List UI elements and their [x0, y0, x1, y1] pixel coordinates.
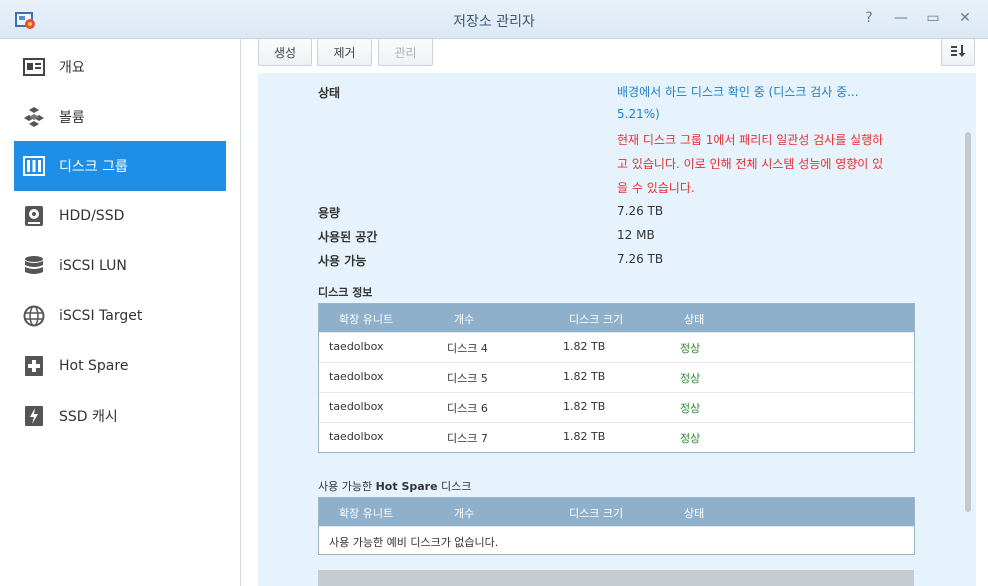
hot-spare-title-prefix: 사용 가능한 [318, 480, 376, 493]
column-header[interactable]: 상태 [684, 505, 704, 521]
cell-size: 1.82 TB [563, 340, 606, 353]
warning-text-line3: 을 수 있습니다. [617, 181, 695, 195]
cell-status: 정상 [680, 372, 701, 385]
overview-icon [23, 56, 45, 78]
sidebar-item-label: iSCSI LUN [59, 258, 127, 274]
sidebar-item-label: HDD/SSD [59, 208, 125, 224]
cell-unit: taedolbox [329, 370, 384, 383]
capacity-value: 7.26 TB [617, 204, 664, 218]
warning-text-line2: 고 있습니다. 이로 인해 전체 시스템 성능에 영향이 있 [617, 157, 884, 171]
create-button[interactable]: 생성 [258, 38, 312, 66]
cell-status: 정상 [680, 342, 701, 355]
sidebar-item-disk-group[interactable]: 디스크 그룹 [14, 141, 226, 191]
plus-box-icon [23, 355, 45, 377]
scrollbar-thumb[interactable] [965, 132, 971, 512]
lightning-icon [23, 405, 45, 427]
available-label: 사용 가능 [318, 254, 367, 268]
sidebar-item-label: 디스크 그룹 [59, 159, 128, 175]
help-icon[interactable]: ? [860, 9, 878, 27]
sort-icon [950, 44, 966, 61]
sidebar-item-iscsi-lun[interactable]: iSCSI LUN [14, 241, 226, 291]
warning-text-line1: 현재 디스크 그룹 1에서 패리티 일관성 검사를 실행하 [617, 133, 884, 147]
column-header[interactable]: 디스크 크기 [569, 311, 623, 327]
cell-size: 1.82 TB [563, 370, 606, 383]
sidebar-item-label: 볼륨 [59, 110, 85, 126]
empty-message: 사용 가능한 예비 디스크가 없습니다. [329, 536, 499, 549]
sidebar-item-label: 개요 [59, 60, 85, 76]
storage-manager-window: 저장소 관리자 ? — ▭ ✕ 개요 볼륨 디스크 그룹 HDD/SSD iSC… [0, 0, 988, 586]
cell-size: 1.82 TB [563, 430, 606, 443]
cell-status: 정상 [680, 402, 701, 415]
status-text-line1: 배경에서 하드 디스크 확인 중 (디스크 검사 중... [617, 85, 859, 99]
capacity-label: 용량 [318, 206, 341, 220]
column-header[interactable]: 상태 [684, 311, 704, 327]
used-space-label: 사용된 공간 [318, 230, 378, 244]
hot-spare-title: 사용 가능한 Hot Spare 디스크 [318, 478, 471, 494]
hdd-icon [23, 205, 45, 227]
sidebar-item-hdd-ssd[interactable]: HDD/SSD [14, 191, 226, 241]
hot-spare-title-suffix: 디스크 [437, 480, 472, 493]
sidebar-item-iscsi-target[interactable]: iSCSI Target [14, 291, 226, 341]
sort-button[interactable] [941, 38, 975, 66]
minimize-icon[interactable]: — [892, 9, 910, 27]
table-row[interactable]: taedolbox 디스크 7 1.82 TB 정상 [319, 422, 914, 452]
status-text-line2: 5.21%) [617, 107, 660, 121]
sidebar-item-overview[interactable]: 개요 [14, 42, 226, 92]
maximize-icon[interactable]: ▭ [924, 9, 942, 27]
disk-info-table: 확장 유니트 개수 디스크 크기 상태 taedolbox 디스크 4 1.82… [318, 303, 915, 453]
cell-disk: 디스크 5 [447, 372, 488, 385]
next-section-header [318, 570, 914, 586]
cell-disk: 디스크 7 [447, 432, 488, 445]
column-header[interactable]: 확장 유니트 [339, 311, 393, 327]
cell-disk: 디스크 6 [447, 402, 488, 415]
cell-unit: taedolbox [329, 340, 384, 353]
sidebar-item-label: Hot Spare [59, 358, 129, 374]
sidebar-item-hot-spare[interactable]: Hot Spare [14, 341, 226, 391]
table-row[interactable]: taedolbox 디스크 4 1.82 TB 정상 [319, 332, 914, 362]
hot-spare-title-bold: Hot Spare [375, 480, 438, 493]
remove-button[interactable]: 제거 [317, 38, 372, 66]
sidebar: 개요 볼륨 디스크 그룹 HDD/SSD iSCSI LUN iSCSI Tar… [0, 39, 241, 586]
table-row[interactable]: taedolbox 디스크 5 1.82 TB 정상 [319, 362, 914, 392]
close-icon[interactable]: ✕ [956, 9, 974, 27]
hot-spare-table: 확장 유니트 개수 디스크 크기 상태 사용 가능한 예비 디스크가 없습니다. [318, 497, 915, 555]
sidebar-item-ssd-cache[interactable]: SSD 캐시 [14, 391, 226, 441]
column-header[interactable]: 디스크 크기 [569, 505, 623, 521]
status-label: 상태 [318, 86, 341, 100]
used-space-value: 12 MB [617, 228, 655, 242]
table-row[interactable]: taedolbox 디스크 6 1.82 TB 정상 [319, 392, 914, 422]
cell-unit: taedolbox [329, 400, 384, 413]
sidebar-item-label: SSD 캐시 [59, 409, 118, 425]
column-header[interactable]: 개수 [454, 505, 474, 521]
disk-group-icon [23, 155, 45, 177]
database-icon [23, 255, 45, 277]
empty-row: 사용 가능한 예비 디스크가 없습니다. [319, 526, 914, 554]
manage-button[interactable]: 관리 [378, 38, 433, 66]
window-title: 저장소 관리자 [453, 14, 535, 30]
sidebar-item-label: iSCSI Target [59, 308, 143, 324]
column-header[interactable]: 개수 [454, 311, 474, 327]
column-header[interactable]: 확장 유니트 [339, 505, 393, 521]
available-value: 7.26 TB [617, 252, 664, 266]
cell-disk: 디스크 4 [447, 342, 488, 355]
table-header: 확장 유니트 개수 디스크 크기 상태 [319, 498, 914, 526]
toolbar: 생성 제거 관리 [241, 38, 988, 73]
cell-size: 1.82 TB [563, 400, 606, 413]
table-header: 확장 유니트 개수 디스크 크기 상태 [319, 304, 914, 332]
volume-icon [23, 106, 45, 128]
disk-info-title: 디스크 정보 [318, 286, 373, 299]
sidebar-item-volume[interactable]: 볼륨 [14, 92, 226, 142]
title-bar: 저장소 관리자 ? — ▭ ✕ [0, 0, 988, 39]
globe-icon [23, 305, 45, 327]
cell-status: 정상 [680, 432, 701, 445]
cell-unit: taedolbox [329, 430, 384, 443]
